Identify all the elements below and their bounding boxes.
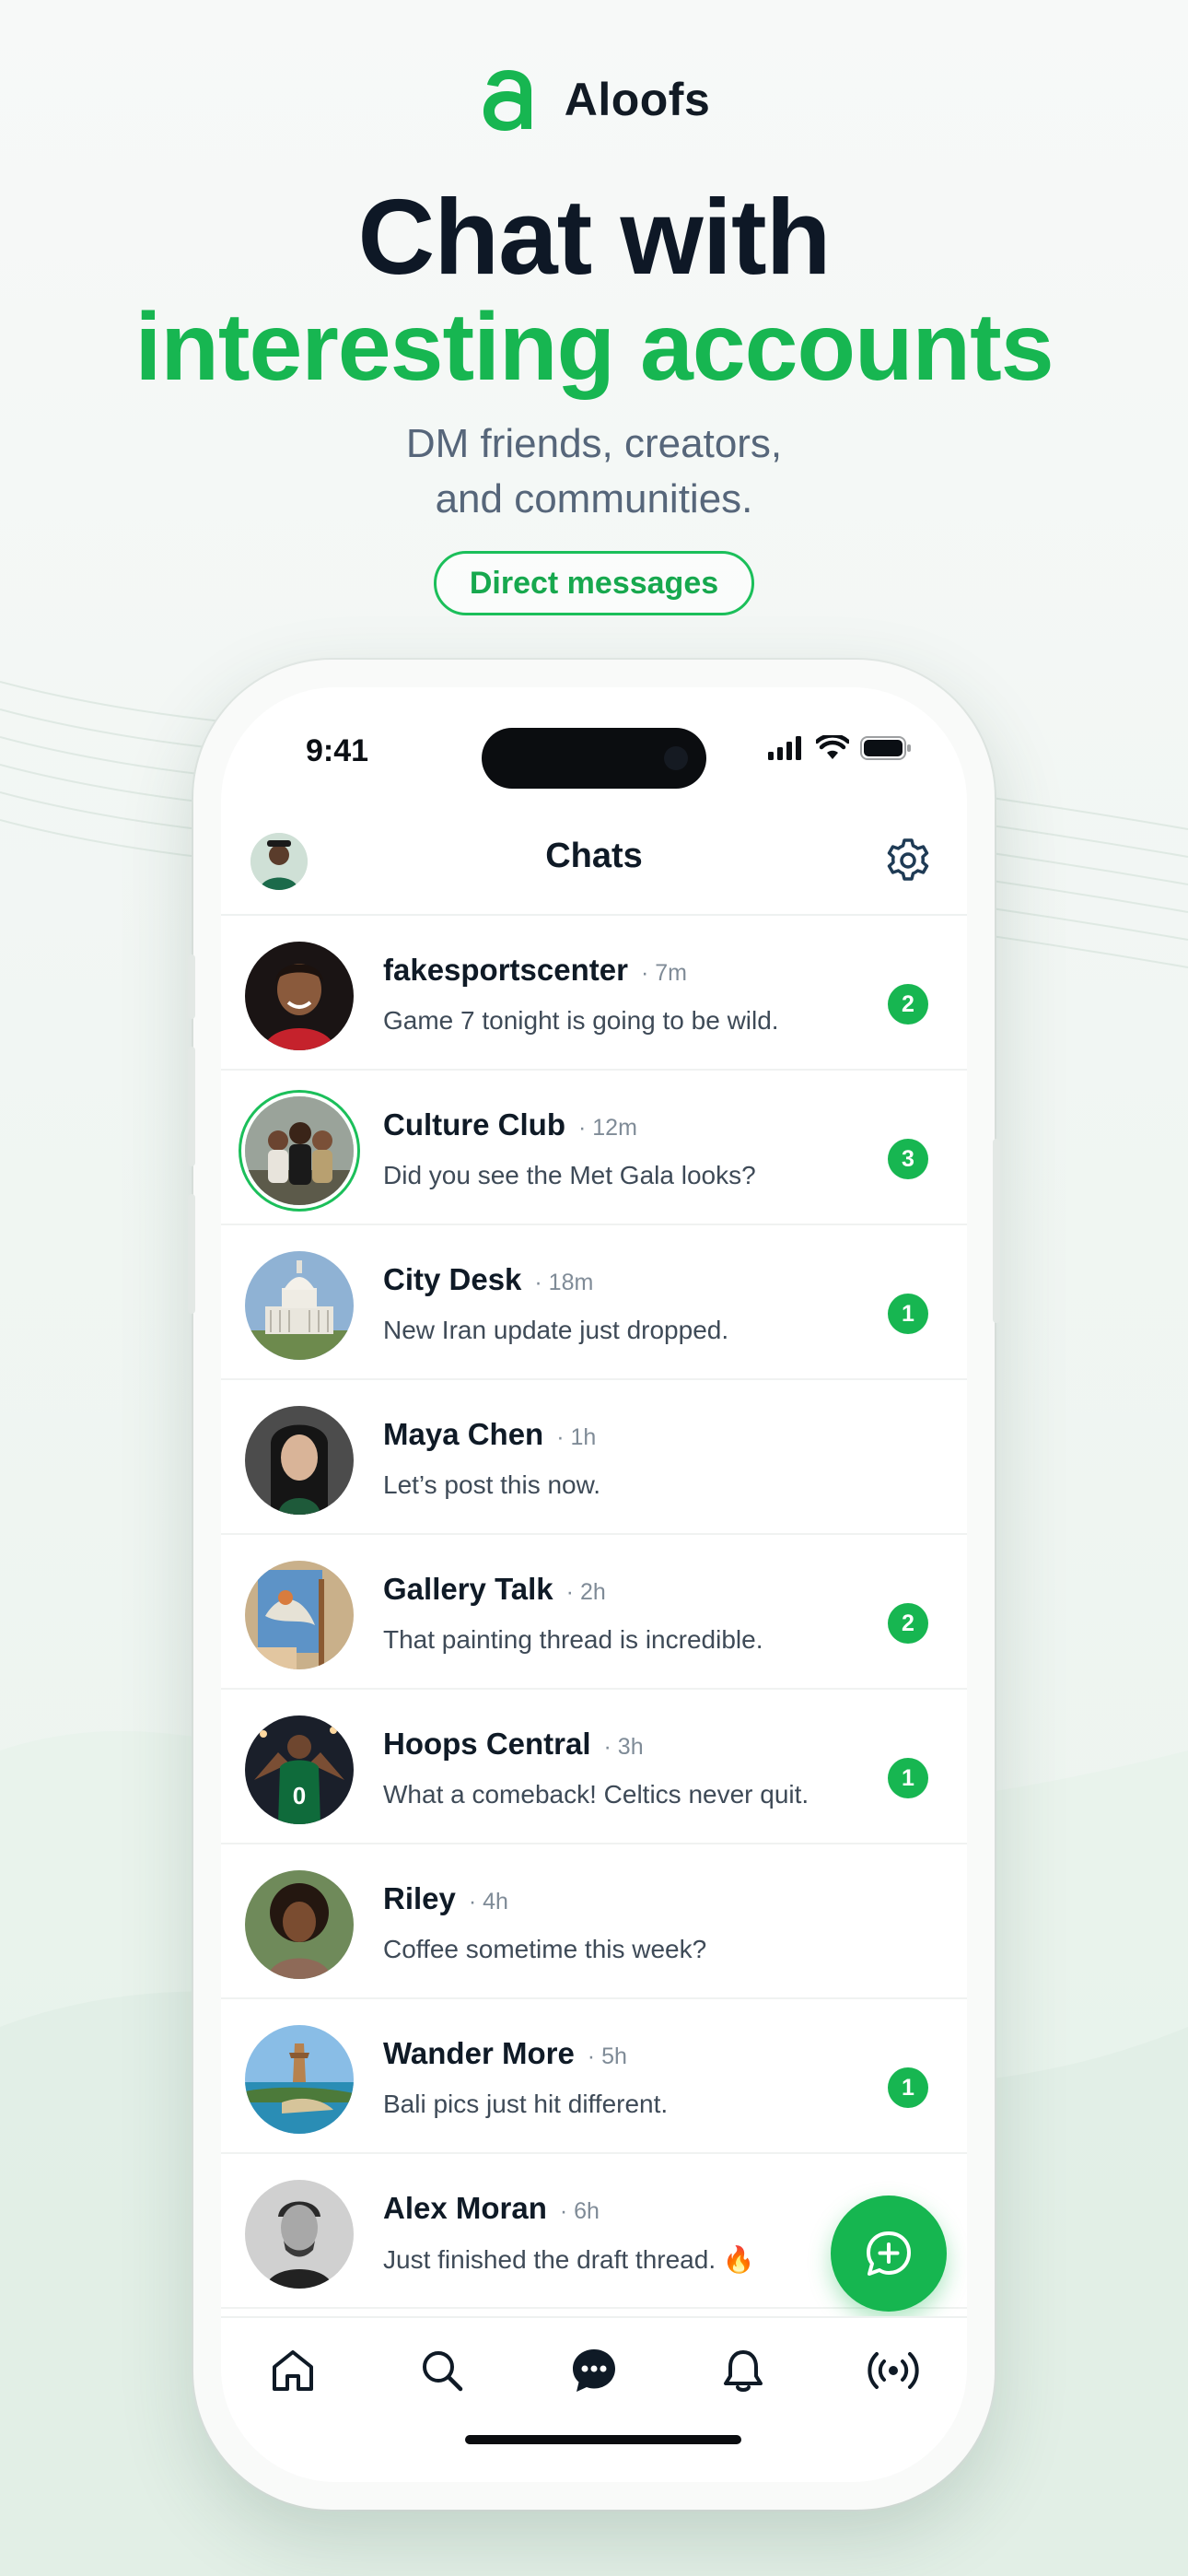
unread-badge: 1 (888, 1294, 928, 1334)
aloofs-logo-icon (483, 70, 531, 131)
chat-row[interactable]: Riley · 4h Coffee sometime this week? (221, 1844, 967, 1999)
chat-avatar (245, 2025, 354, 2134)
chat-name: Maya Chen (383, 1417, 544, 1451)
unread-badge: 2 (888, 1603, 928, 1644)
status-bar: 9:41 (221, 687, 967, 798)
chat-row[interactable]: City Desk · 18m New Iran update just drop… (221, 1225, 967, 1380)
battery-icon (860, 736, 911, 760)
chat-message-preview: Bali pics just hit different. (383, 2090, 669, 2118)
subtitle-line-1: DM friends, creators, (405, 421, 783, 466)
headline-line-1: Chat with (357, 177, 832, 297)
direct-messages-pill: Direct messages (433, 551, 755, 615)
chat-time: · 5h (587, 2043, 627, 2069)
phone-side-button (188, 1194, 195, 1314)
tab-broadcast[interactable] (861, 2338, 926, 2403)
chat-time: · 6h (559, 2198, 600, 2224)
tab-home[interactable] (261, 2338, 325, 2403)
chat-time: · 1h (556, 1424, 597, 1450)
tab-chats[interactable] (562, 2338, 626, 2403)
cellular-signal-icon (768, 736, 801, 760)
chat-row[interactable]: 0 Hoops Central · 3h What a comeback! Cel… (221, 1690, 967, 1844)
brand-header: Aloofs (0, 66, 1188, 133)
chat-message-preview: Did you see the Met Gala looks? (383, 1161, 756, 1189)
unread-badge: 1 (888, 2067, 928, 2108)
brand-name: Aloofs (564, 74, 711, 125)
chat-message-preview: What a comeback! Celtics never quit. (383, 1780, 809, 1809)
chats-nav-bar: Chats (221, 807, 967, 916)
phone-side-button (188, 1047, 195, 1166)
status-time: 9:41 (306, 733, 369, 768)
chat-avatar (245, 2180, 354, 2289)
unread-badge: 1 (888, 1758, 928, 1798)
phone-side-button (188, 954, 195, 1019)
chat-row[interactable]: Maya Chen · 1h Let’s post this now. (221, 1380, 967, 1535)
chat-row[interactable]: Gallery Talk · 2h That painting thread is… (221, 1535, 967, 1690)
subtitle-line-2: and communities. (435, 476, 753, 521)
chat-avatar (245, 1561, 354, 1669)
chat-name: Riley (383, 1881, 456, 1915)
svg-text:0: 0 (293, 1782, 306, 1809)
chat-name: Wander More (383, 2036, 575, 2070)
chat-bubble-icon (573, 2349, 615, 2392)
chat-message-preview: New Iran update just dropped. (383, 1316, 729, 1344)
chat-time: · 4h (468, 1889, 508, 1914)
chat-row[interactable]: Culture Club · 12m Did you see the Met Ga… (221, 1071, 967, 1225)
chat-message-preview: Let’s post this now. (383, 1470, 601, 1499)
broadcast-icon (868, 2352, 919, 2389)
chat-message-preview: Game 7 tonight is going to be wild. (383, 1006, 779, 1035)
status-icons (768, 735, 912, 761)
unread-badge: 3 (888, 1139, 928, 1179)
chat-name: City Desk (383, 1262, 522, 1296)
tab-search[interactable] (410, 2338, 474, 2403)
unread-badge: 2 (888, 984, 928, 1025)
chat-message-preview: Just finished the draft thread. 🔥 (383, 2245, 755, 2274)
chat-message-preview: Coffee sometime this week? (383, 1935, 707, 1963)
chat-time: · 18m (534, 1270, 594, 1295)
chat-row[interactable]: fakesportscenter · 7m Game 7 tonight is g… (221, 916, 967, 1071)
chat-name: Alex Moran (383, 2191, 547, 2225)
chat-avatar (245, 1251, 354, 1360)
gear-icon[interactable] (882, 835, 934, 886)
headline-line-2: interesting accounts (134, 294, 1054, 401)
home-icon (273, 2350, 313, 2391)
chat-avatar (245, 1406, 354, 1515)
tab-notifications[interactable] (711, 2338, 775, 2403)
chat-avatar (245, 942, 354, 1050)
new-chat-button[interactable] (831, 2195, 947, 2312)
chat-avatar: 0 (245, 1715, 354, 1824)
chat-name: Culture Club (383, 1107, 565, 1142)
chat-name: fakesportscenter (383, 953, 628, 987)
bell-icon (724, 2350, 763, 2392)
search-icon (423, 2351, 463, 2392)
chat-avatar (245, 1096, 354, 1205)
chat-list: fakesportscenter · 7m Game 7 tonight is g… (221, 916, 967, 2309)
chat-name: Hoops Central (383, 1727, 591, 1761)
dynamic-island (482, 728, 706, 789)
wifi-icon (816, 735, 849, 759)
chat-name: Gallery Talk (383, 1572, 553, 1606)
chat-time: · 2h (565, 1579, 606, 1605)
chat-row[interactable]: Wander More · 5h Bali pics just hit diffe… (221, 1999, 967, 2154)
chat-time: · 12m (577, 1115, 637, 1141)
new-message-icon (867, 2231, 911, 2276)
home-indicator[interactable] (465, 2435, 741, 2444)
chat-time: · 3h (603, 1734, 644, 1760)
phone-screen: 9:41 Chats fakesportscenter · 7m Game 7 … (221, 687, 967, 2482)
page-title: Chats (545, 837, 643, 875)
subtitle: DM friends, creators, and communities. (0, 416, 1188, 527)
phone-power-button (993, 1139, 1000, 1323)
chat-avatar (245, 1870, 354, 1979)
bottom-tab-bar (221, 2316, 967, 2429)
chat-time: · 7m (640, 960, 687, 986)
phone-frame: 9:41 Chats fakesportscenter · 7m Game 7 … (188, 660, 1000, 2510)
chat-message-preview: That painting thread is incredible. (383, 1625, 763, 1654)
